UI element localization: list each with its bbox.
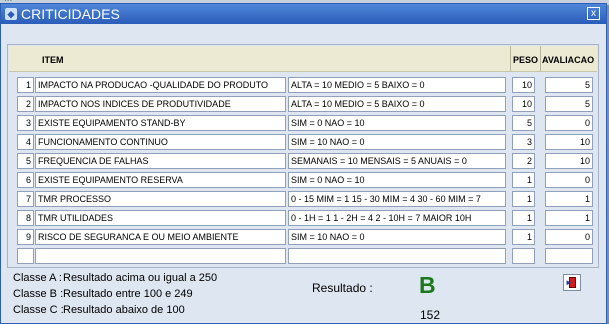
peso-field[interactable]: 1 bbox=[512, 172, 535, 188]
row-number-field[interactable]: 6 bbox=[17, 172, 34, 188]
peso-field[interactable]: 2 bbox=[512, 153, 535, 169]
item-field[interactable]: FUNCIONAMENTO CONTINUO bbox=[35, 134, 286, 150]
exit-button[interactable]: ► bbox=[563, 274, 581, 291]
criteria-field[interactable] bbox=[288, 248, 506, 264]
grid-row: 1 IMPACTO NA PRODUCAO -QUALIDADE DO PROD… bbox=[8, 77, 608, 93]
grid-row: 9 RISCO DE SEGURANCA E OU MEIO AMBIENTE … bbox=[8, 229, 608, 245]
criteria-field[interactable]: ALTA = 10 MEDIO = 5 BAIXO = 0 bbox=[288, 96, 506, 112]
header-divider bbox=[510, 46, 511, 71]
grid-row: 7 TMR PROCESSO 0 - 15 MIM = 1 15 - 30 MI… bbox=[8, 191, 608, 207]
item-field[interactable]: FREQUENCIA DE FALHAS bbox=[35, 153, 286, 169]
result-grade: B bbox=[419, 272, 436, 298]
legend-key: Classe B : bbox=[13, 288, 64, 300]
criticidades-window: ◆ CRITICIDADES x ITEM PESO AVALIACAO 1 I… bbox=[0, 3, 607, 324]
avaliacao-field[interactable]: 0 bbox=[545, 229, 593, 245]
avaliacao-field[interactable]: 0 bbox=[545, 115, 593, 131]
peso-field[interactable]: 1 bbox=[512, 210, 535, 226]
avaliacao-field[interactable]: 1 bbox=[545, 191, 593, 207]
legend-key: Classe C : bbox=[13, 304, 64, 316]
criteria-field[interactable]: 0 - 1H = 1 1 - 2H = 4 2 - 10H = 7 MAIOR … bbox=[288, 210, 506, 226]
peso-field[interactable]: 5 bbox=[512, 115, 535, 131]
criteria-field[interactable]: SIM = 0 NAO = 10 bbox=[288, 115, 506, 131]
criteria-field[interactable]: SIM = 10 NAO = 0 bbox=[288, 229, 506, 245]
legend-text: Resultado abaixo de 100 bbox=[63, 304, 185, 316]
avaliacao-field[interactable]: 10 bbox=[545, 153, 593, 169]
item-field[interactable] bbox=[35, 248, 286, 264]
peso-field[interactable]: 10 bbox=[512, 96, 535, 112]
legend-classe-c: Classe C :Resultado abaixo de 100 bbox=[13, 304, 185, 316]
item-field[interactable]: IMPACTO NOS INDICES DE PRODUTIVIDADE bbox=[35, 96, 286, 112]
row-number-field[interactable]: 8 bbox=[17, 210, 34, 226]
column-header-avaliacao: AVALIACAO bbox=[542, 55, 595, 65]
avaliacao-field[interactable]: 1 bbox=[545, 210, 593, 226]
avaliacao-field[interactable]: 5 bbox=[545, 77, 593, 93]
row-number-field[interactable] bbox=[17, 248, 34, 264]
criticality-grid: ITEM PESO AVALIACAO 1 IMPACTO NA PRODUCA… bbox=[7, 44, 599, 268]
avaliacao-field[interactable]: 5 bbox=[545, 96, 593, 112]
result-score: 152 bbox=[420, 308, 441, 322]
app-icon: ◆ bbox=[5, 8, 17, 20]
window-title: CRITICIDADES bbox=[21, 6, 120, 22]
item-field[interactable]: EXISTE EQUIPAMENTO STAND-BY bbox=[35, 115, 286, 131]
grid-row: 6 EXISTE EQUIPAMENTO RESERVA SIM = 0 NAO… bbox=[8, 172, 608, 188]
grid-row bbox=[8, 248, 608, 264]
legend-classe-a: Classe A :Resultado acima ou igual a 250 bbox=[13, 272, 217, 284]
row-number-field[interactable]: 9 bbox=[17, 229, 34, 245]
avaliacao-field[interactable]: 10 bbox=[545, 134, 593, 150]
legend-text: Resultado acima ou igual a 250 bbox=[63, 272, 218, 284]
criteria-field[interactable]: SEMANAIS = 10 MENSAIS = 5 ANUAIS = 0 bbox=[288, 153, 506, 169]
grid-row: 5 FREQUENCIA DE FALHAS SEMANAIS = 10 MEN… bbox=[8, 153, 608, 169]
criteria-field[interactable]: SIM = 10 NAO = 0 bbox=[288, 134, 506, 150]
close-icon[interactable]: x bbox=[587, 7, 600, 20]
item-field[interactable]: TMR UTILIDADES bbox=[35, 210, 286, 226]
item-field[interactable]: EXISTE EQUIPAMENTO RESERVA bbox=[35, 172, 286, 188]
avaliacao-field[interactable] bbox=[545, 248, 593, 264]
legend-classe-b: Classe B :Resultado entre 100 e 249 bbox=[13, 288, 193, 300]
peso-field[interactable] bbox=[512, 248, 535, 264]
column-header-peso: PESO bbox=[513, 55, 539, 65]
peso-field[interactable]: 1 bbox=[512, 229, 535, 245]
row-number-field[interactable]: 7 bbox=[17, 191, 34, 207]
header-divider bbox=[540, 46, 541, 71]
grid-row: 3 EXISTE EQUIPAMENTO STAND-BY SIM = 0 NA… bbox=[8, 115, 608, 131]
row-number-field[interactable]: 4 bbox=[17, 134, 34, 150]
grid-row: 4 FUNCIONAMENTO CONTINUO SIM = 10 NAO = … bbox=[8, 134, 608, 150]
legend-key: Classe A : bbox=[13, 272, 62, 284]
arrow-icon: ► bbox=[565, 278, 573, 287]
row-number-field[interactable]: 2 bbox=[17, 96, 34, 112]
title-bar: ◆ CRITICIDADES x bbox=[1, 4, 606, 24]
peso-field[interactable]: 3 bbox=[512, 134, 535, 150]
result-label: Resultado : bbox=[312, 281, 373, 295]
grid-row: 8 TMR UTILIDADES 0 - 1H = 1 1 - 2H = 4 2… bbox=[8, 210, 608, 226]
item-field[interactable]: RISCO DE SEGURANCA E OU MEIO AMBIENTE bbox=[35, 229, 286, 245]
criteria-field[interactable]: ALTA = 10 MEDIO = 5 BAIXO = 0 bbox=[288, 77, 506, 93]
criteria-field[interactable]: 0 - 15 MIM = 1 15 - 30 MIM = 4 30 - 60 M… bbox=[288, 191, 506, 207]
row-number-field[interactable]: 5 bbox=[17, 153, 34, 169]
criteria-field[interactable]: SIM = 0 NAO = 10 bbox=[288, 172, 506, 188]
item-field[interactable]: TMR PROCESSO bbox=[35, 191, 286, 207]
column-header-item: ITEM bbox=[42, 55, 64, 65]
peso-field[interactable]: 1 bbox=[512, 191, 535, 207]
row-number-field[interactable]: 3 bbox=[17, 115, 34, 131]
item-field[interactable]: IMPACTO NA PRODUCAO -QUALIDADE DO PRODUT… bbox=[35, 77, 286, 93]
avaliacao-field[interactable]: 0 bbox=[545, 172, 593, 188]
grid-row: 2 IMPACTO NOS INDICES DE PRODUTIVIDADE A… bbox=[8, 96, 608, 112]
grid-header: ITEM PESO AVALIACAO bbox=[9, 46, 597, 72]
peso-field[interactable]: 10 bbox=[512, 77, 535, 93]
row-number-field[interactable]: 1 bbox=[17, 77, 34, 93]
legend-text: Resultado entre 100 e 249 bbox=[63, 288, 193, 300]
